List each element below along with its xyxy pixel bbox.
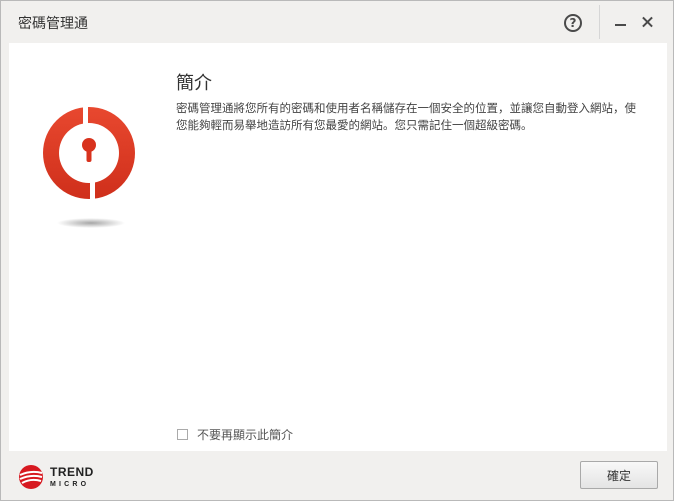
brand-name-line1: TREND xyxy=(50,464,94,479)
intro-panel: 簡介 密碼管理通將您所有的密碼和使用者名稱儲存在一個安全的位置，並讓您自動登入網… xyxy=(9,43,667,451)
page-title: 簡介 xyxy=(176,73,212,94)
dont-show-again-label: 不要再顯示此簡介 xyxy=(197,428,294,442)
window-title: 密碼管理通 xyxy=(18,16,88,32)
title-bar[interactable]: 密碼管理通 ? xyxy=(1,1,673,43)
close-button[interactable] xyxy=(637,11,659,33)
trend-micro-ball-icon xyxy=(19,465,43,489)
checkbox-box[interactable] xyxy=(177,429,188,440)
title-separator xyxy=(599,5,600,39)
brand-name-line2: MICRO xyxy=(50,480,90,488)
password-manager-logo-icon xyxy=(39,103,139,235)
help-button[interactable]: ? xyxy=(564,14,582,32)
question-mark-icon: ? xyxy=(569,16,577,30)
minimize-button[interactable] xyxy=(609,11,631,33)
intro-description: 密碼管理通將您所有的密碼和使用者名稱儲存在一個安全的位置，並讓您自動登入網站，使… xyxy=(176,101,636,132)
dont-show-again-checkbox[interactable]: 不要再顯示此簡介 xyxy=(177,426,293,443)
trend-micro-logo: TREND MICRO xyxy=(18,462,94,492)
dialog-window: 密碼管理通 ? 簡介 密碼管理通將您所有的密碼和使用者名稱儲存在一個安全的位置，… xyxy=(0,0,674,501)
ok-button[interactable]: 確定 xyxy=(580,461,658,489)
